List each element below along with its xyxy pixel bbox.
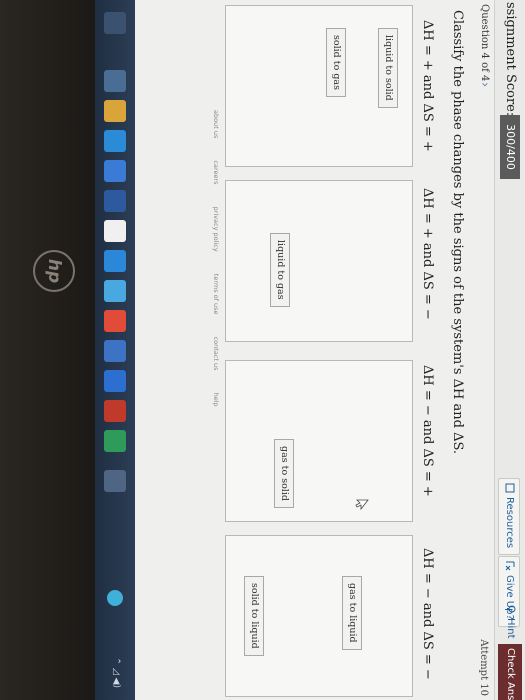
- assignment-header: ssignment Score: 300/400 Resources Give …: [494, 0, 525, 700]
- chrome-icon[interactable]: [104, 310, 126, 332]
- column-heading-4: ΔH = − and ΔS = −: [420, 548, 435, 680]
- lightbulb-icon: [507, 605, 516, 613]
- phase-chip[interactable]: liquid to gas: [270, 233, 290, 307]
- store-icon[interactable]: [104, 160, 126, 182]
- windows-start-icon[interactable]: [104, 12, 126, 34]
- footer-link-contact[interactable]: contact us: [212, 337, 220, 371]
- excel-icon[interactable]: [104, 430, 126, 452]
- app-icon[interactable]: [104, 370, 126, 392]
- resources-button[interactable]: Resources: [498, 478, 520, 556]
- column-heading-1: ΔH = + and ΔS = +: [420, 20, 435, 152]
- attempt-counter: Attempt 10: [478, 639, 489, 696]
- task-view-icon[interactable]: [104, 70, 126, 92]
- media-icon[interactable]: [104, 340, 126, 362]
- question-counter: Question 4 of 4: [479, 4, 490, 82]
- dropbox-icon[interactable]: [104, 190, 126, 212]
- column-heading-2: ΔH = + and ΔS = −: [420, 188, 435, 320]
- drop-zone-2[interactable]: liquid to gas: [225, 180, 413, 342]
- mouse-cursor-icon: [355, 499, 369, 511]
- hp-logo: hp: [33, 250, 75, 292]
- footer-link-privacy[interactable]: privacy policy: [212, 207, 220, 252]
- next-question-arrow-icon[interactable]: ›: [477, 82, 492, 87]
- infinity-app-icon[interactable]: [104, 250, 126, 272]
- footer-link-help[interactable]: help: [212, 393, 220, 407]
- tray-app-icon[interactable]: [107, 590, 123, 606]
- score-label: ssignment Score:: [503, 2, 518, 117]
- browser-page: ssignment Score: 300/400 Resources Give …: [95, 0, 525, 700]
- footer-link-terms[interactable]: terms of use: [212, 274, 220, 315]
- amazon-icon[interactable]: [104, 220, 126, 242]
- system-tray-icon[interactable]: ⌃ ◿ ◀): [111, 657, 121, 688]
- hint-button[interactable]: Hint: [500, 600, 520, 645]
- phase-chip[interactable]: gas to liquid: [342, 576, 362, 650]
- footer-links: about us careers privacy policy terms of…: [206, 110, 220, 530]
- resources-icon: [505, 483, 515, 493]
- phase-chip[interactable]: liquid to solid: [378, 28, 398, 108]
- drop-zone-4[interactable]: solid to liquid gas to liquid: [225, 535, 413, 697]
- file-explorer-icon[interactable]: [104, 100, 126, 122]
- laptop-bezel: hp: [0, 0, 95, 700]
- photos-icon[interactable]: [104, 280, 126, 302]
- give-up-icon: [505, 561, 515, 571]
- windows-taskbar: ⌃ ◿ ◀): [95, 0, 135, 700]
- check-answer-button[interactable]: Check Answe: [498, 644, 522, 700]
- phase-chip[interactable]: solid to liquid: [244, 576, 264, 656]
- resources-label: Resources: [504, 497, 515, 549]
- hint-label: Hint: [505, 618, 516, 639]
- question-prompt: Classify the phase changes by the signs …: [450, 10, 465, 455]
- phase-chip[interactable]: gas to solid: [274, 439, 294, 508]
- drop-zone-3[interactable]: gas to solid: [225, 360, 413, 522]
- phase-chip[interactable]: solid to gas: [326, 28, 346, 97]
- column-heading-3: ΔH = − and ΔS = +: [420, 365, 435, 497]
- footer-link-about[interactable]: about us: [212, 110, 220, 138]
- settings-gear-icon[interactable]: [104, 470, 126, 492]
- score-value-badge: 300/400: [500, 115, 520, 179]
- drop-zone-1[interactable]: liquid to solid solid to gas: [225, 5, 413, 167]
- laptop-screen: ssignment Score: 300/400 Resources Give …: [0, 0, 525, 700]
- edge-browser-icon[interactable]: [104, 130, 126, 152]
- question-nav: Question 4 of 4 › Attempt 10: [473, 0, 493, 700]
- footer-link-careers[interactable]: careers: [212, 160, 220, 184]
- powerpoint-icon[interactable]: [104, 400, 126, 422]
